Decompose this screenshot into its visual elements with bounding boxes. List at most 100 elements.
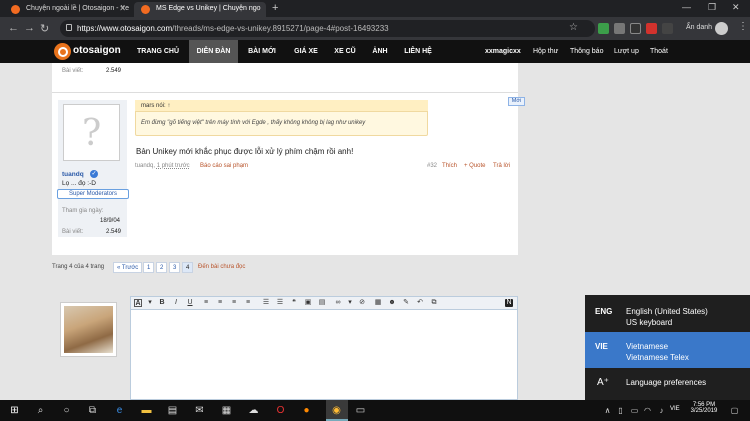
align-right-icon[interactable]: ≡	[230, 299, 238, 307]
tray-network-icon[interactable]: ▭	[628, 404, 641, 417]
tray-battery-icon[interactable]: ▯	[614, 404, 627, 417]
site-logo[interactable]: otosaigon	[54, 43, 124, 60]
post-username[interactable]: tuandq	[62, 171, 84, 178]
language-preferences[interactable]: A⁺ Language preferences	[585, 368, 750, 400]
italic-icon[interactable]: I	[172, 299, 180, 307]
posts-label: Bài viết:	[62, 229, 84, 235]
underline-icon[interactable]: U	[186, 299, 194, 307]
search-icon[interactable]: ⌕	[34, 404, 47, 417]
nav-likes[interactable]: Lượt up	[614, 40, 639, 63]
source-toggle-icon[interactable]: N	[505, 299, 513, 307]
emoji-icon[interactable]: ☻	[388, 299, 396, 307]
screenshot-tool-icon[interactable]: ▭	[354, 404, 367, 417]
nav-used-cars[interactable]: XE CŨ	[329, 40, 361, 63]
post-number[interactable]: #32	[427, 163, 437, 169]
nav-home[interactable]: TRANG CHỦ	[132, 40, 184, 63]
start-windows-icon[interactable]: ⊞	[8, 404, 21, 417]
firefox-icon[interactable]: ●	[300, 404, 313, 417]
nav-forum[interactable]: DIỄN ĐÀN	[189, 40, 238, 63]
new-tab-button[interactable]: +	[272, 2, 278, 14]
browser-tab[interactable]: Chuyện ngoài lề | Otosaigon - Xe ✕	[4, 2, 132, 17]
browser-menu-icon[interactable]: ⋮	[738, 21, 748, 32]
dropdown-arrow-icon[interactable]: ▾	[346, 299, 354, 307]
cortana-icon[interactable]: ○	[60, 404, 73, 417]
mail-icon[interactable]: ✉	[193, 404, 206, 417]
like-link[interactable]: Thích	[442, 163, 457, 169]
nav-inbox[interactable]: Hộp thư	[533, 40, 558, 63]
extension-icon[interactable]	[646, 23, 657, 34]
table-icon[interactable]: ▦	[374, 299, 382, 307]
numbered-list-icon[interactable]: ☰	[276, 299, 284, 307]
extension-shield-icon[interactable]	[598, 23, 609, 34]
pagination-page[interactable]: 3	[169, 262, 181, 273]
minimize-icon[interactable]: —	[682, 2, 691, 12]
pagination-page-current[interactable]: 4	[182, 262, 194, 273]
align-center-icon[interactable]: ≡	[216, 299, 224, 307]
tray-language[interactable]: VIE	[670, 406, 680, 412]
code-icon[interactable]: ✎	[402, 299, 410, 307]
tray-wifi-icon[interactable]: ◠	[641, 404, 654, 417]
unread-link[interactable]: Đến bài chưa đọc	[198, 264, 245, 270]
avatar[interactable]: ?	[63, 104, 120, 161]
file-explorer-icon[interactable]: ▬	[140, 404, 153, 417]
justify-icon[interactable]: ≡	[244, 299, 252, 307]
reply-editor[interactable]	[130, 296, 518, 400]
incognito-avatar-icon[interactable]	[715, 22, 728, 35]
reload-icon[interactable]: ↻	[40, 22, 49, 35]
quote-link[interactable]: + Quote	[464, 163, 486, 169]
font-color-icon[interactable]: A	[134, 299, 142, 307]
nav-contact[interactable]: LIÊN HỆ	[398, 40, 438, 63]
align-left-icon[interactable]: ≡	[202, 299, 210, 307]
close-tab-icon[interactable]: ✕	[119, 4, 126, 13]
media-icon[interactable]: ▤	[318, 299, 326, 307]
tray-chevron-icon[interactable]: ∧	[601, 404, 614, 417]
edge-icon[interactable]: e	[113, 404, 126, 417]
nav-car-prices[interactable]: GIÁ XE	[288, 40, 324, 63]
tray-volume-icon[interactable]: ♪	[655, 404, 668, 417]
pagination-page[interactable]: 2	[156, 262, 168, 273]
quote-icon[interactable]: ❝	[290, 299, 298, 307]
photos-icon[interactable]: ☁	[247, 404, 260, 417]
close-window-icon[interactable]: ✕	[732, 2, 740, 13]
reply-link[interactable]: Trả lời	[493, 163, 510, 169]
bullet-list-icon[interactable]: ☰	[262, 299, 270, 307]
undo-icon[interactable]: ↶	[416, 299, 424, 307]
calculator-icon[interactable]: ▦	[220, 404, 233, 417]
joined-label: Tham gia ngày:	[62, 208, 104, 214]
bold-icon[interactable]: B	[158, 299, 166, 307]
nav-username[interactable]: xxmagicxx	[485, 40, 521, 63]
image-icon[interactable]: ▣	[304, 299, 312, 307]
nav-photos[interactable]: ẢNH	[366, 40, 394, 63]
back-arrow-icon[interactable]: ←	[8, 22, 19, 34]
extension-icon[interactable]	[630, 23, 641, 34]
forward-arrow-icon[interactable]: →	[24, 22, 35, 34]
action-center-icon[interactable]: ▢	[728, 404, 741, 417]
link-icon[interactable]: ∞	[334, 299, 342, 307]
unlink-icon[interactable]: ⊘	[358, 299, 366, 307]
tray-clock[interactable]: 7:56 PM 3/25/2019	[686, 402, 722, 414]
extension-icon[interactable]	[614, 23, 625, 34]
store-icon[interactable]: ▤	[166, 404, 179, 417]
dropdown-arrow-icon[interactable]: ▾	[146, 299, 154, 307]
pagination-prev[interactable]: « Trước	[113, 262, 143, 273]
copy-icon[interactable]: ⧉	[430, 299, 438, 307]
nav-notifications[interactable]: Thông báo	[570, 40, 603, 63]
quote-author[interactable]: mars nói: ↑	[135, 100, 428, 112]
nav-new-posts[interactable]: BÀI MỚI	[243, 40, 281, 63]
bookmark-star-icon[interactable]: ☆	[569, 22, 578, 33]
pagination-page[interactable]: 1	[143, 262, 155, 273]
task-view-icon[interactable]: ⧉	[86, 404, 99, 417]
maximize-icon[interactable]: ❐	[708, 2, 716, 13]
report-link[interactable]: Báo cáo sai phạm	[200, 163, 248, 169]
opera-icon[interactable]: O	[274, 404, 287, 417]
address-bar[interactable]: https://www.otosaigon.com/threads/ms-edg…	[60, 20, 595, 37]
close-tab-icon[interactable]: ✕	[253, 4, 260, 13]
language-option-eng[interactable]: ENG English (United States) US keyboard	[585, 297, 750, 333]
language-option-vie[interactable]: VIE Vietnamese Vietnamese Telex	[585, 332, 750, 368]
nav-logout[interactable]: Thoát	[650, 40, 668, 63]
browser-tab-active[interactable]: MS Edge vs Unikey | Chuyện ngo ✕	[134, 2, 266, 17]
post-author-link[interactable]: tuandq	[135, 163, 153, 169]
extension-icon[interactable]	[662, 23, 673, 34]
verified-check-icon: ✓	[90, 170, 98, 178]
post-time[interactable]: 1 phút trước	[157, 163, 190, 169]
